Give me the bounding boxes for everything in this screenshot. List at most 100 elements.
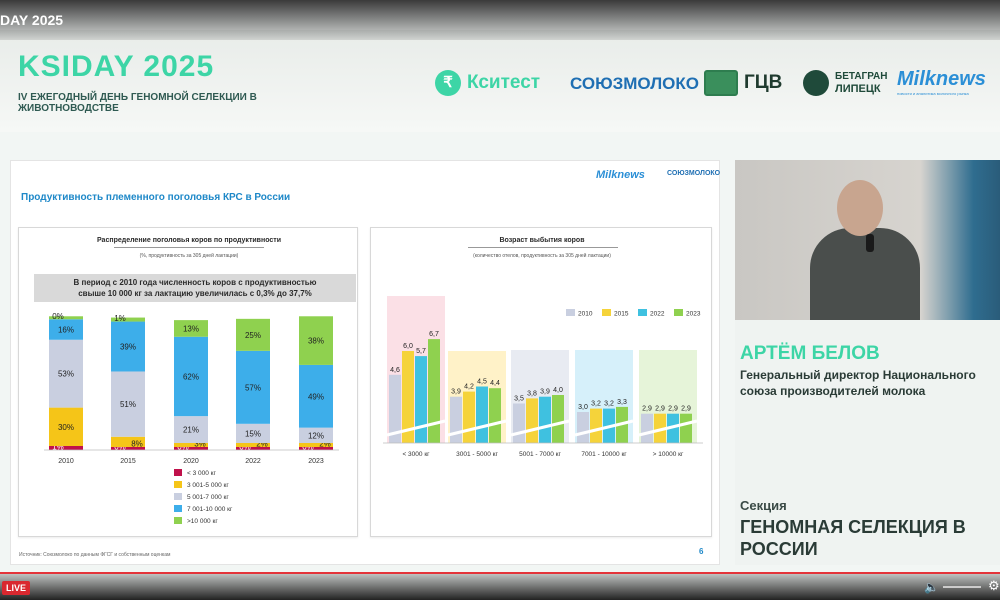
data-label: 13%: [183, 324, 199, 333]
slide-logo-soyuzmoloko: СОЮЗМОЛОКО: [667, 170, 721, 177]
data-label: 3,5: [514, 396, 524, 403]
presentation-slide: Продуктивность племенного поголовья КРС …: [10, 160, 720, 565]
data-label: 49%: [308, 392, 324, 401]
video-title: DAY 2025: [0, 12, 64, 28]
data-label: 25%: [245, 331, 261, 340]
x-tick-label: 2023: [308, 458, 324, 465]
speaker-figure: [810, 228, 920, 320]
data-label: 6,0: [403, 343, 413, 350]
data-label: 4,4: [490, 380, 500, 387]
data-label: 0%: [52, 312, 64, 321]
settings-icon[interactable]: ⚙: [988, 578, 1000, 594]
bar: [428, 339, 440, 443]
data-label: 6,7: [429, 331, 439, 338]
bar: [476, 386, 488, 443]
data-label: 2,9: [642, 406, 652, 413]
logo-milknews: Milknews новости и аналитика молочного р…: [897, 68, 986, 96]
data-label: 62%: [183, 372, 199, 381]
live-badge[interactable]: LIVE: [2, 581, 31, 595]
data-label: 16%: [58, 326, 74, 335]
data-label: 3,3: [617, 399, 627, 406]
data-label: 4,6: [390, 367, 400, 374]
productivity-distribution-chart: 1%30%53%16%0%20100%8%51%39%1%20150%3%21%…: [44, 312, 339, 525]
legend-swatch: [174, 481, 182, 488]
bar: [489, 388, 501, 443]
video-top-bar: DAY 2025: [0, 0, 1000, 40]
ksitest-label: Кситест: [467, 72, 541, 93]
data-label: 3,8: [527, 390, 537, 397]
left-chart-title: Распределение поголовья коров по продукт…: [96, 237, 282, 244]
legend-label: 2022: [650, 311, 665, 318]
speaker-head: [837, 180, 883, 236]
video-controls: [0, 572, 1000, 600]
bar: [539, 396, 551, 443]
data-label: 3,2: [591, 401, 601, 408]
bar: [577, 412, 589, 443]
legend-label: 2015: [614, 311, 629, 318]
logo-ksitest: ₹ Кситест: [435, 70, 540, 96]
milknews-label: Milknews: [897, 68, 986, 90]
x-tick-label: 2022: [245, 458, 261, 465]
ksitest-icon: ₹: [435, 70, 461, 96]
data-label: 3,9: [540, 389, 550, 396]
speaker-video: [735, 160, 1000, 320]
microphone-icon: [866, 234, 874, 252]
bar: [641, 413, 653, 443]
data-label: 53%: [58, 370, 74, 379]
legend-label: < 3 000 кг: [187, 470, 217, 477]
x-tick-label: 2010: [58, 458, 74, 465]
legend-label: 7 001-10 000 кг: [187, 506, 233, 513]
data-label: 5,7: [416, 348, 426, 355]
logo-soyuzmoloko: СОЮЗМОЛОКО: [570, 74, 699, 94]
speaker-panel: АРТЁМ БЕЛОВ Генеральный директор Национа…: [735, 160, 1000, 565]
data-label: 3,0: [578, 404, 588, 411]
legend-swatch: [674, 309, 683, 316]
bar: [552, 395, 564, 443]
logo-gcv: ГЦВ: [704, 70, 782, 96]
culling-age-chart: 4,66,05,76,7< 3000 кг3,94,24,5 4,43001 - …: [383, 296, 703, 458]
legend-label: 5 001-7 000 кг: [187, 494, 229, 501]
volume-slider[interactable]: [943, 586, 981, 588]
legend-label: 2010: [578, 311, 593, 318]
bar: [526, 398, 538, 443]
data-label: 21%: [183, 426, 199, 435]
x-tick-label: 2015: [120, 458, 136, 465]
betagran-label: БЕТАГРАН: [835, 71, 888, 82]
event-title: KSIDAY 2025: [18, 50, 215, 83]
milknews-tagline: новости и аналитика молочного рынка: [897, 91, 969, 96]
gcv-label: ГЦВ: [744, 72, 783, 93]
legend-swatch: [638, 309, 647, 316]
data-label: 51%: [120, 400, 136, 409]
x-tick-label: 5001 - 7000 кг: [519, 451, 561, 458]
slide-title: Продуктивность племенного поголовья КРС …: [21, 192, 291, 203]
data-label: 4,5: [477, 379, 487, 386]
speaker-role: Генеральный директор Национального союза…: [740, 368, 976, 398]
data-label: 4,0: [553, 387, 563, 394]
bar: [590, 408, 602, 443]
lipetsk-label: ЛИПЕЦК: [835, 83, 881, 95]
logo-betagran: БЕТАГРАН ЛИПЕЦК: [803, 70, 887, 96]
data-label: 2,9: [681, 406, 691, 413]
data-label: 4,2: [464, 384, 474, 391]
bar: [513, 403, 525, 443]
legend-swatch: [174, 493, 182, 500]
right-chart-subtitle: (количество отелов, продуктивность за 30…: [473, 253, 611, 259]
video-progress-bar[interactable]: [0, 572, 1000, 574]
legend-swatch: [174, 469, 182, 476]
slide-source: Источник: Союзмолоко по данным ФГСГ и со…: [19, 552, 171, 558]
data-label: 3,2: [604, 401, 614, 408]
data-label: 15%: [245, 429, 261, 438]
x-tick-label: < 3000 кг: [402, 451, 430, 458]
soyuzmoloko-label: СОЮЗМОЛОКО: [570, 74, 699, 93]
x-tick-label: > 10000 кг: [653, 451, 684, 458]
volume-icon[interactable]: 🔈: [924, 580, 939, 594]
x-tick-label: 2020: [183, 458, 199, 465]
bar: [450, 396, 462, 443]
data-label: 57%: [245, 383, 261, 392]
right-chart-panel: Возраст выбытия коров (количество отелов…: [370, 227, 712, 537]
legend-swatch: [602, 309, 611, 316]
data-label: 38%: [308, 337, 324, 346]
left-chart-subtitle: (%, продуктивность за 305 дней лактации): [139, 253, 239, 259]
slide-page-number: 6: [699, 547, 704, 556]
x-tick-label: 7001 - 10000 кг: [581, 451, 627, 458]
